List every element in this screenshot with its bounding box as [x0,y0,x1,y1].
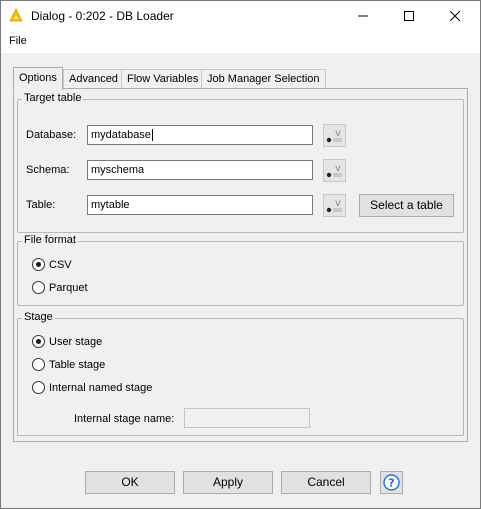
dialog-window: Dialog - 0:202 - DB Loader File Options … [0,0,481,509]
table-value: mytable [91,199,130,211]
svg-text:v: v [335,198,341,209]
table-label: Table: [26,199,56,211]
parquet-label: Parquet [49,281,88,294]
stage-title: Stage [22,311,55,323]
flow-variable-icon: v [326,163,342,178]
knime-triangle-icon [9,8,23,22]
menu-file[interactable]: File [9,35,27,47]
menu-bar: File [1,31,480,53]
target-table-group: Target table Database: mydatabase v Sche… [17,92,464,233]
internal-named-stage-label: Internal named stage [49,381,153,394]
radio-checked-icon [32,258,45,271]
question-circle-icon: ? [383,474,400,491]
ok-button[interactable]: OK [85,471,175,494]
internal-stage-name-label: Internal stage name: [74,413,175,425]
radio-checked-icon [32,335,45,348]
minimize-button[interactable] [340,1,386,31]
flow-variable-icon: v [326,128,342,143]
user-stage-radio[interactable]: User stage [32,335,102,348]
svg-text:?: ? [388,477,394,490]
tab-advanced[interactable]: Advanced [63,69,124,89]
table-input[interactable]: mytable [87,195,313,215]
apply-button[interactable]: Apply [183,471,273,494]
tab-options[interactable]: Options [13,67,63,90]
svg-text:v: v [335,128,341,139]
database-flow-variable-button[interactable]: v [323,124,346,147]
cancel-button[interactable]: Cancel [281,471,371,494]
table-flow-variable-button[interactable]: v [323,194,346,217]
schema-value: myschema [91,164,145,176]
table-stage-radio[interactable]: Table stage [32,358,105,371]
user-stage-label: User stage [49,335,103,348]
window-title: Dialog - 0:202 - DB Loader [31,9,174,23]
flow-variable-icon: v [326,198,342,213]
csv-label: CSV [49,258,72,271]
target-table-title: Target table [22,92,84,104]
radio-unchecked-icon [32,358,45,371]
parquet-radio[interactable]: Parquet [32,281,88,294]
file-format-title: File format [22,234,78,246]
database-value: mydatabase [91,129,151,141]
database-input[interactable]: mydatabase [87,125,313,145]
text-caret [151,129,153,142]
tab-job-manager-selection[interactable]: Job Manager Selection [201,69,326,89]
stage-group: Stage User stage Table stage Internal na… [17,311,464,436]
options-panel: Target table Database: mydatabase v Sche… [13,88,468,442]
schema-input[interactable]: myschema [87,160,313,180]
select-table-button[interactable]: Select a table [359,194,454,217]
database-label: Database: [26,129,77,141]
radio-unchecked-icon [32,381,45,394]
maximize-button[interactable] [386,1,432,31]
table-stage-label: Table stage [49,358,106,371]
close-button[interactable] [432,1,478,31]
title-bar[interactable]: Dialog - 0:202 - DB Loader [1,1,480,31]
csv-radio[interactable]: CSV [32,258,72,271]
help-button[interactable]: ? [380,471,403,494]
svg-text:v: v [335,163,341,174]
schema-label: Schema: [26,164,70,176]
schema-flow-variable-button[interactable]: v [323,159,346,182]
internal-named-stage-radio[interactable]: Internal named stage [32,381,152,394]
radio-unchecked-icon [32,281,45,294]
file-format-group: File format CSV Parquet [17,234,464,306]
tab-flow-variables[interactable]: Flow Variables [121,69,205,89]
internal-stage-name-input[interactable] [184,408,310,428]
